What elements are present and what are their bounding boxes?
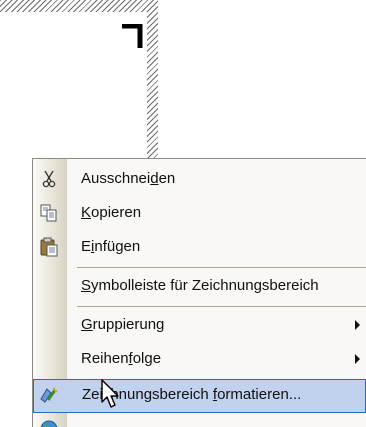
menu-item-drawing-toolbar[interactable]: Symbolleiste für Zeichnungsbereich <box>33 270 366 303</box>
menu-item-cut[interactable]: Ausschneiden <box>33 163 366 196</box>
menu-item-format-drawing-canvas[interactable]: Zeichnungsbereich formatieren... <box>33 379 366 413</box>
paste-icon <box>40 237 58 257</box>
scissors-icon <box>42 170 56 188</box>
menu-item-order[interactable]: Reihenfolge <box>33 343 366 376</box>
context-menu: Ausschneiden Kopieren Einfügen Symbollei… <box>32 158 366 427</box>
menu-item-grouping[interactable]: Gruppierung <box>33 309 366 342</box>
menu-item-copy[interactable]: Kopieren <box>33 197 366 230</box>
menu-item-paste[interactable]: Einfügen <box>33 231 366 264</box>
menu-item-label: Gruppierung <box>81 316 165 333</box>
menu-item-label: Symbolleiste für Zeichnungsbereich <box>81 277 319 294</box>
copy-icon <box>40 204 57 222</box>
selection-frame-right[interactable] <box>147 0 158 160</box>
mouse-pointer-icon <box>101 379 119 408</box>
crop-corner-handle[interactable] <box>122 24 144 48</box>
menu-item-hyperlink[interactable] <box>33 415 366 427</box>
menu-item-label: Reihenfolge <box>81 350 162 367</box>
selection-frame-top[interactable] <box>0 0 158 12</box>
globe-icon <box>40 420 58 427</box>
menu-item-label: Ausschneiden <box>81 170 176 187</box>
menu-item-label: Einfügen <box>81 238 141 255</box>
menu-separator <box>77 306 366 307</box>
canvas: Ausschneiden Kopieren Einfügen Symbollei… <box>0 0 366 427</box>
menu-separator <box>77 267 366 268</box>
submenu-arrow-icon <box>355 320 360 330</box>
menu-item-label: Kopieren <box>81 204 142 221</box>
submenu-arrow-icon <box>355 354 360 364</box>
format-drawing-icon <box>40 387 58 403</box>
